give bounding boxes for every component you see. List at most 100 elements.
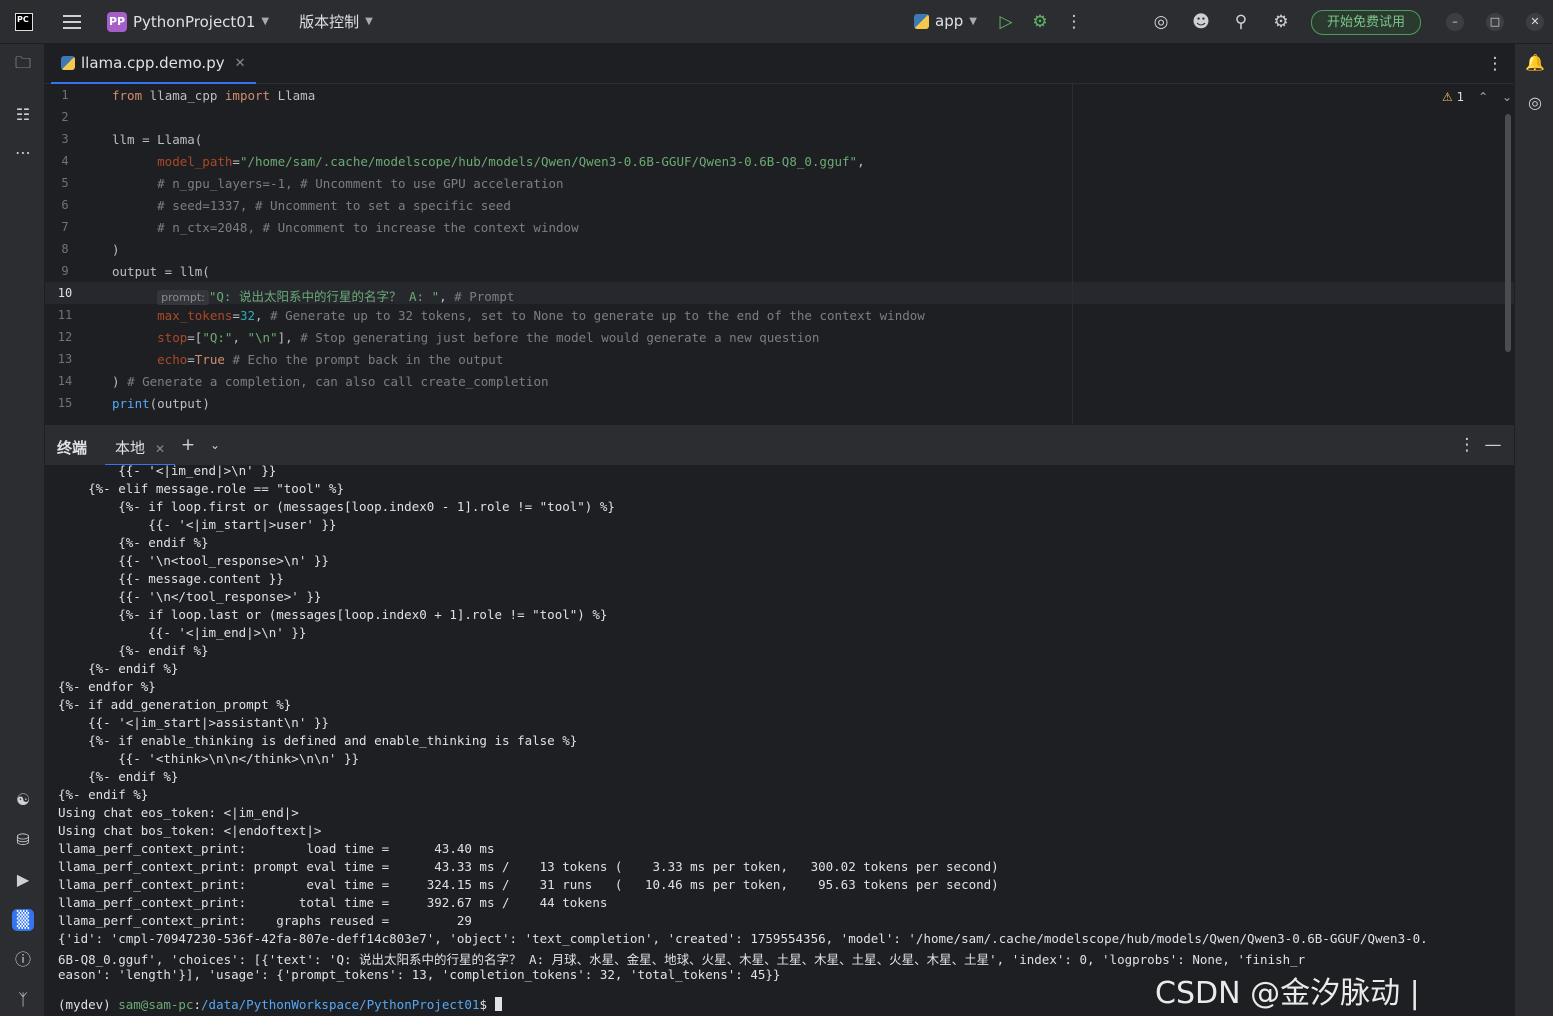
prompt-end: $ <box>479 997 495 1012</box>
chevron-down-icon[interactable]: ⌄ <box>1502 90 1512 104</box>
line-number: 14 <box>57 374 73 388</box>
terminal-line: {%- if loop.first or (messages[loop.inde… <box>58 499 615 514</box>
line-number: 13 <box>57 352 73 366</box>
python-console-icon[interactable]: ☯ <box>12 789 34 811</box>
editor-tab-bar: llama.cpp.demo.py ✕ ⋮ <box>45 44 1514 84</box>
run-icon[interactable]: ▷ <box>996 12 1016 32</box>
services-icon[interactable]: ▶ <box>12 869 34 891</box>
terminal-line: {%- endif %} <box>58 787 149 802</box>
code-token: # n_ctx=2048, # Uncomment to increase th… <box>112 220 579 235</box>
chevron-down-icon[interactable]: ⌄ <box>205 435 225 455</box>
code-token: stop <box>157 330 188 345</box>
code-token: "Q: 说出太阳系中的行星的名字？ A: " <box>208 289 440 304</box>
code-token: # Stop generating just before the model … <box>300 330 820 345</box>
settings-gear-icon[interactable]: ⚙ <box>1271 12 1291 32</box>
free-trial-button[interactable]: 开始免费试用 <box>1311 10 1421 35</box>
close-window-button[interactable]: ✕ <box>1526 13 1544 31</box>
python-file-icon <box>61 56 75 70</box>
line-number: 15 <box>57 396 73 410</box>
editor-tab[interactable]: llama.cpp.demo.py ✕ <box>51 44 256 84</box>
terminal-line: {{- message.content }} <box>58 571 284 586</box>
left-tool-strip: 🗀 ☷ ⋯ ☯ ⛁ ▶ ▒ ⓘ ᛉ <box>0 44 45 1016</box>
git-icon[interactable]: ᛉ <box>12 989 34 1011</box>
problems-icon[interactable]: ⓘ <box>12 949 34 971</box>
inspection-widget[interactable]: ⚠ 1 ⌃ ⌄ <box>1442 90 1512 104</box>
search-icon[interactable]: ⚲ <box>1231 12 1251 32</box>
terminal-line: llama_perf_context_print: eval time = 32… <box>58 877 999 892</box>
terminal-output[interactable]: {{- '<|im_end|>\n' }} {%- elif message.r… <box>45 465 1514 1016</box>
code-token: =[ <box>187 330 203 345</box>
prompt-path: /data/PythonWorkspace/PythonProject01 <box>201 997 480 1012</box>
code-line[interactable]: print(output) <box>112 396 210 411</box>
tab-options-icon[interactable]: ⋮ <box>1485 54 1505 74</box>
terminal-icon[interactable]: ▒ <box>12 909 34 931</box>
editor-tab-label: llama.cpp.demo.py <box>81 54 225 72</box>
line-number: 7 <box>61 220 69 234</box>
terminal-line: {%- if loop.last or (messages[loop.index… <box>58 607 608 622</box>
terminal-line: {%- endif %} <box>58 661 179 676</box>
code-line[interactable]: ) # Generate a completion, can also call… <box>112 374 549 389</box>
editor-scrollbar[interactable] <box>1505 114 1511 352</box>
code-line[interactable]: prompt: "Q: 说出太阳系中的行星的名字？ A: ", # Prompt <box>112 286 514 305</box>
terminal-line: {%- endfor %} <box>58 679 156 694</box>
chevron-up-icon[interactable]: ⌃ <box>1478 90 1488 104</box>
code-line[interactable]: # n_gpu_layers=-1, # Uncomment to use GP… <box>112 176 563 191</box>
code-token: ], <box>277 330 301 345</box>
ai-assistant-icon[interactable]: ◎ <box>1151 12 1171 32</box>
project-folder-icon[interactable]: 🗀 <box>12 52 34 74</box>
code-token: "Q:" <box>202 330 233 345</box>
ai-chat-icon[interactable]: ◎ <box>1524 92 1546 114</box>
project-badge: PP <box>107 11 127 32</box>
warning-count: 1 <box>1456 90 1465 104</box>
code-line[interactable]: # n_ctx=2048, # Uncomment to increase th… <box>112 220 579 235</box>
watermark: CSDN @金汐脉动 | PulseTide <box>1155 976 1420 1016</box>
title-bar: PC PP PythonProject01 ▼ 版本控制 ▼ app ▼ ▷ ⚙… <box>0 0 1553 44</box>
main-menu-button[interactable] <box>63 14 81 29</box>
python-packages-icon[interactable]: ⛁ <box>12 829 34 851</box>
hide-panel-icon[interactable]: — <box>1483 435 1503 455</box>
prompt-env: (mydev) <box>58 997 119 1012</box>
code-line[interactable]: llm = Llama( <box>112 132 202 147</box>
terminal-line: {{- '<think>\n\n</think>\n\n' }} <box>58 751 360 766</box>
terminal-tab[interactable]: 本地 ✕ <box>105 425 176 466</box>
code-line[interactable]: # seed=1337, # Uncomment to set a specif… <box>112 198 511 213</box>
line-number: 12 <box>57 330 73 344</box>
maximize-window-button[interactable]: □ <box>1486 13 1504 31</box>
terminal-title: 终端 <box>57 439 88 457</box>
structure-icon[interactable]: ☷ <box>12 104 34 126</box>
run-config-selector[interactable]: app ▼ <box>914 12 977 30</box>
close-tab-icon[interactable]: ✕ <box>235 56 246 71</box>
code-token: Llama <box>277 88 316 103</box>
code-line[interactable]: stop=["Q:", "\n"], # Stop generating jus… <box>112 330 819 345</box>
code-line[interactable]: max_tokens=32, # Generate up to 32 token… <box>112 308 925 323</box>
close-tab-icon[interactable]: ✕ <box>155 442 165 456</box>
terminal-options-icon[interactable]: ⋮ <box>1457 435 1477 455</box>
code-token: ) <box>112 374 128 389</box>
line-number: 10 <box>57 286 73 300</box>
code-line[interactable]: ) <box>112 242 120 257</box>
code-token: max_tokens <box>157 308 233 323</box>
minimize-window-button[interactable]: – <box>1446 13 1464 31</box>
code-line[interactable]: model_path="/home/sam/.cache/modelscope/… <box>112 154 864 169</box>
code-line[interactable]: output = llm( <box>112 264 210 279</box>
terminal-line: {{- '\n</tool_response>' }} <box>58 589 322 604</box>
terminal-line: {%- endif %} <box>58 535 209 550</box>
code-token: , <box>232 330 248 345</box>
run-config-label: app <box>935 12 964 30</box>
terminal-line: {{- '<|im_start|>assistant\n' }} <box>58 715 329 730</box>
notifications-bell-icon[interactable]: 🔔 <box>1524 52 1546 74</box>
chevron-down-icon: ▼ <box>261 16 270 27</box>
code-line[interactable]: from llama_cpp import Llama <box>112 88 315 103</box>
code-line[interactable]: echo=True # Echo the prompt back in the … <box>112 352 503 367</box>
shell-prompt[interactable]: (mydev) sam@sam-pc:/data/PythonWorkspace… <box>58 997 502 1012</box>
more-tools-icon[interactable]: ⋯ <box>12 142 34 164</box>
add-user-icon[interactable]: ☻ <box>1191 12 1211 32</box>
vcs-menu[interactable]: 版本控制 ▼ <box>293 0 373 44</box>
code-editor[interactable]: 1 2 3 4 5 6 7 8 9 10 11 12 13 14 15 from llama_cpp imp… <box>45 84 1514 424</box>
project-selector[interactable]: PP PythonProject01 ▼ <box>81 0 269 44</box>
new-terminal-plus-icon[interactable]: + <box>178 435 198 455</box>
more-options-icon[interactable]: ⋮ <box>1064 12 1084 32</box>
debug-icon[interactable]: ⚙ <box>1030 12 1050 32</box>
code-token: (output) <box>149 396 210 411</box>
